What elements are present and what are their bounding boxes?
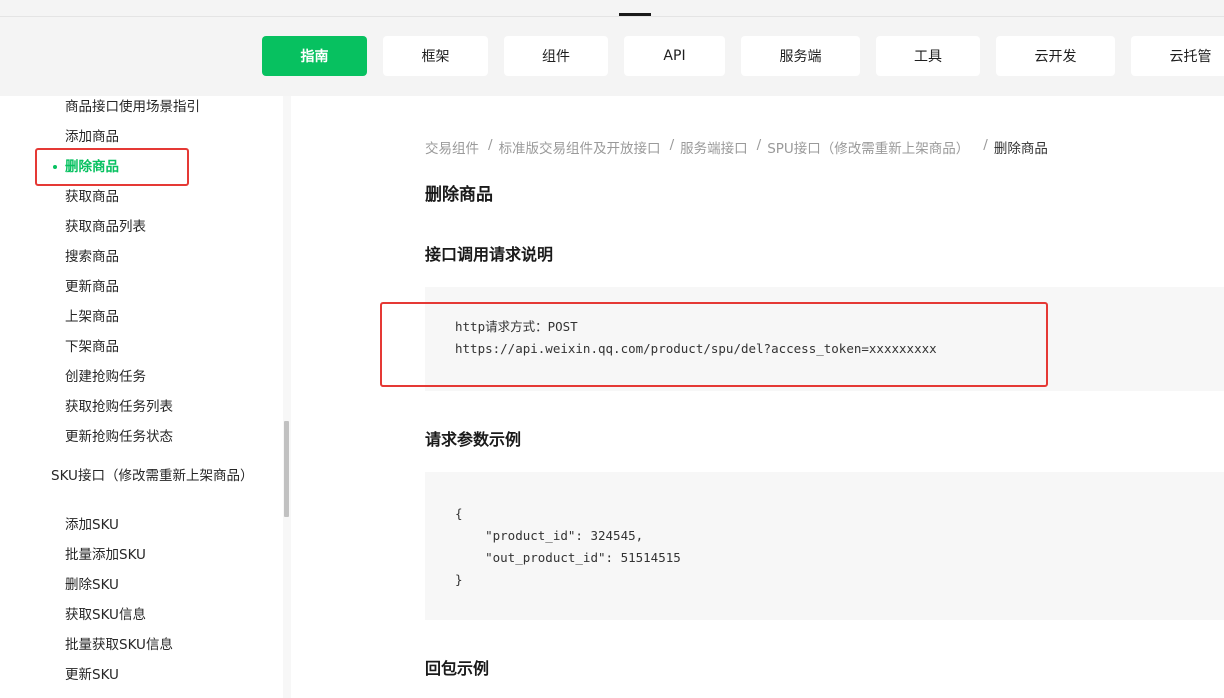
breadcrumb-separator: / — [983, 137, 988, 153]
tab-tools[interactable]: 工具 — [876, 36, 980, 76]
sidebar-item-update-sku[interactable]: 更新SKU — [65, 665, 119, 685]
sidebar-item-delete-product[interactable]: 删除商品 — [65, 157, 119, 177]
breadcrumb-separator: / — [756, 137, 762, 153]
code-line: http请求方式：POST — [455, 319, 578, 334]
sidebar-item-add-product[interactable]: 添加商品 — [65, 127, 119, 147]
tab-framework[interactable]: 框架 — [383, 36, 488, 76]
top-navigation-bar: 指南 框架 组件 API 服务端 工具 云开发 云托管 — [0, 0, 1224, 96]
section-title-params: 请求参数示例 — [425, 430, 522, 449]
sidebar-item-batch-get-sku[interactable]: 批量获取SKU信息 — [65, 635, 173, 655]
sidebar-item-delete-sku[interactable]: 删除SKU — [65, 575, 119, 595]
sidebar-item-get-product-list[interactable]: 获取商品列表 — [65, 217, 146, 237]
code-line: "out_product_id": 51514515 — [455, 550, 681, 565]
sidebar-item-get-flash-task-list[interactable]: 获取抢购任务列表 — [65, 397, 173, 417]
breadcrumb: 交易组件 / 标准版交易组件及开放接口 / 服务端接口 / SPU接口（修改需重… — [425, 137, 1048, 157]
tab-server[interactable]: 服务端 — [741, 36, 860, 76]
section-title-response: 回包示例 — [425, 659, 490, 678]
code-line: https://api.weixin.qq.com/product/spu/de… — [455, 341, 937, 356]
sidebar-item-get-product[interactable]: 获取商品 — [65, 187, 119, 207]
sidebar-scrollbar-thumb[interactable] — [284, 421, 289, 517]
sidebar-scrollbar-track[interactable] — [283, 96, 291, 698]
tab-cloud-hosting[interactable]: 云托管 — [1131, 36, 1224, 76]
code-block-params: { "product_id": 324545, "out_product_id"… — [425, 472, 1224, 620]
breadcrumb-separator: / — [669, 137, 675, 153]
sidebar-item-get-sku[interactable]: 获取SKU信息 — [65, 605, 146, 625]
sidebar-group-sku[interactable]: SKU接口（修改需重新上架商品） — [51, 466, 253, 487]
code-line: { — [455, 506, 463, 521]
tab-cloud-dev[interactable]: 云开发 — [996, 36, 1115, 76]
breadcrumb-separator: / — [488, 137, 493, 153]
sidebar-item-list-product[interactable]: 上架商品 — [65, 307, 119, 327]
top-indicator — [619, 13, 651, 16]
tab-guide[interactable]: 指南 — [262, 36, 367, 76]
sidebar-item-batch-add-sku[interactable]: 批量添加SKU — [65, 545, 146, 565]
code-line: } — [455, 572, 463, 587]
sidebar-item-usage-guide[interactable]: 商品接口使用场景指引 — [65, 97, 200, 117]
section-title-request: 接口调用请求说明 — [425, 245, 554, 264]
sidebar-item-add-sku[interactable]: 添加SKU — [65, 515, 119, 535]
sidebar-item-update-product[interactable]: 更新商品 — [65, 277, 119, 297]
code-block-request: http请求方式：POST https://api.weixin.qq.com/… — [425, 287, 1224, 391]
top-divider — [0, 16, 1224, 17]
sidebar-item-search-product[interactable]: 搜索商品 — [65, 247, 119, 267]
sidebar-item-create-flash-task[interactable]: 创建抢购任务 — [65, 367, 146, 387]
tab-api[interactable]: API — [624, 36, 725, 76]
active-dot-icon — [53, 165, 57, 169]
sidebar-item-delist-product[interactable]: 下架商品 — [65, 337, 119, 357]
code-line: "product_id": 324545, — [455, 528, 644, 543]
breadcrumb-item-standard-trade[interactable]: 标准版交易组件及开放接口 — [499, 137, 661, 157]
breadcrumb-item-trade-component[interactable]: 交易组件 — [425, 137, 479, 157]
sidebar-item-update-flash-task-status[interactable]: 更新抢购任务状态 — [65, 427, 173, 447]
page-title: 删除商品 — [425, 185, 493, 205]
tab-components[interactable]: 组件 — [504, 36, 608, 76]
breadcrumb-item-server-api[interactable]: 服务端接口 — [680, 137, 748, 157]
breadcrumb-current: 删除商品 — [993, 141, 1048, 157]
breadcrumb-item-spu-api[interactable]: SPU接口（修改需重新上架商品） — [767, 137, 969, 157]
